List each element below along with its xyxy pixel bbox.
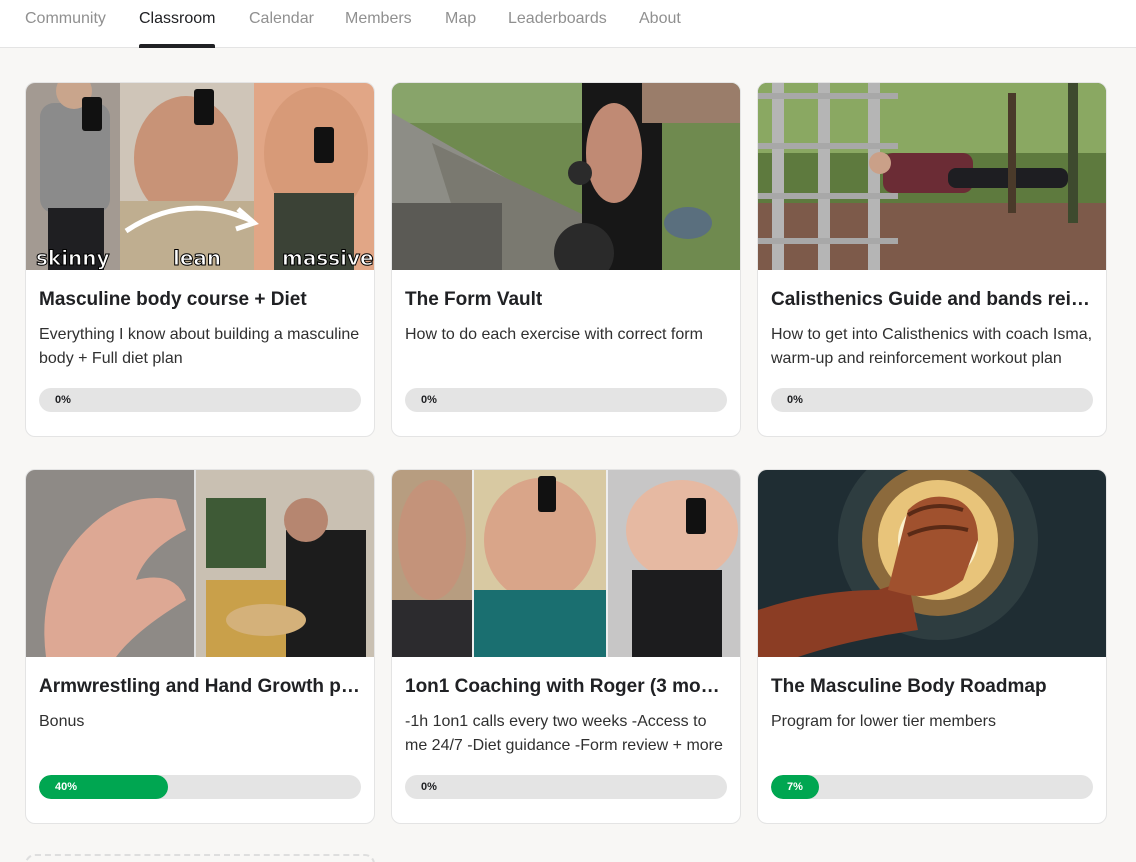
course-card[interactable]: Calisthenics Guide and bands reinforceme… [757, 82, 1107, 437]
armwrestling-photo-image [26, 470, 374, 657]
progress-label: 7% [787, 781, 803, 793]
course-title[interactable]: Masculine body course + Diet [39, 289, 361, 311]
tab-map[interactable]: Map [445, 0, 476, 48]
progress-bar: 0% [405, 388, 727, 412]
course-card[interactable]: Armwrestling and Hand Growth program Bon… [25, 469, 375, 824]
course-thumbnail[interactable] [758, 83, 1106, 270]
course-thumbnail[interactable]: skinny lean massive [26, 83, 374, 270]
raised-fist-illustration-image [758, 470, 1106, 657]
course-description: Program for lower tier members [771, 713, 996, 730]
tab-calendar[interactable]: Calendar [249, 0, 314, 48]
progress-label: 0% [787, 394, 803, 406]
add-course-card[interactable] [25, 854, 375, 862]
tab-leaderboards[interactable]: Leaderboards [508, 0, 607, 48]
tab-classroom[interactable]: Classroom [139, 0, 216, 48]
course-thumbnail[interactable] [758, 470, 1106, 657]
course-title[interactable]: 1on1 Coaching with Roger (3 months) [405, 676, 727, 698]
course-thumbnail[interactable] [26, 470, 374, 657]
tab-community[interactable]: Community [25, 0, 106, 48]
course-description: How to do each exercise with correct for… [405, 326, 703, 343]
course-title[interactable]: Calisthenics Guide and bands reinforceme… [771, 289, 1093, 311]
progress-bar: 0% [771, 388, 1093, 412]
top-nav: Community Classroom Calendar Members Map… [0, 0, 1136, 48]
course-card[interactable]: 1on1 Coaching with Roger (3 months) -1h … [391, 469, 741, 824]
course-card[interactable]: The Masculine Body Roadmap Program for l… [757, 469, 1107, 824]
progress-label: 0% [55, 394, 71, 406]
course-description: Bonus [39, 713, 85, 730]
tab-members[interactable]: Members [345, 0, 412, 48]
progress-label: 40% [55, 781, 78, 793]
course-thumbnail[interactable] [392, 470, 740, 657]
course-description: -1h 1on1 calls every two weeks -Access t… [405, 713, 723, 754]
caption-skinny: skinny [36, 246, 110, 270]
progress-bar: 0% [405, 775, 727, 799]
course-title[interactable]: The Masculine Body Roadmap [771, 676, 1093, 698]
course-card[interactable]: skinny lean massive Masculine body cours… [25, 82, 375, 437]
progress-label: 0% [421, 394, 437, 406]
progress-bar: 7% [771, 775, 1093, 799]
course-card[interactable]: The Form Vault How to do each exercise w… [391, 82, 741, 437]
course-title[interactable]: Armwrestling and Hand Growth program [39, 676, 361, 698]
progress-bar: 0% [39, 388, 361, 412]
course-title[interactable]: The Form Vault [405, 289, 727, 311]
progress-bar: 40% [39, 775, 361, 799]
thumbnail-captions: skinny lean massive [36, 246, 375, 271]
course-thumbnail[interactable] [392, 83, 740, 270]
calisthenics-forest-photo-image [758, 83, 1106, 270]
garden-workout-photo-image [392, 83, 740, 270]
progress-label: 0% [421, 781, 437, 793]
caption-lean: lean [173, 246, 221, 270]
course-description: How to get into Calisthenics with coach … [771, 326, 1093, 367]
coaching-transformation-photo-image [392, 470, 740, 657]
tab-about[interactable]: About [639, 0, 681, 48]
caption-massive: massive [282, 246, 374, 270]
course-description: Everything I know about building a mascu… [39, 326, 360, 367]
